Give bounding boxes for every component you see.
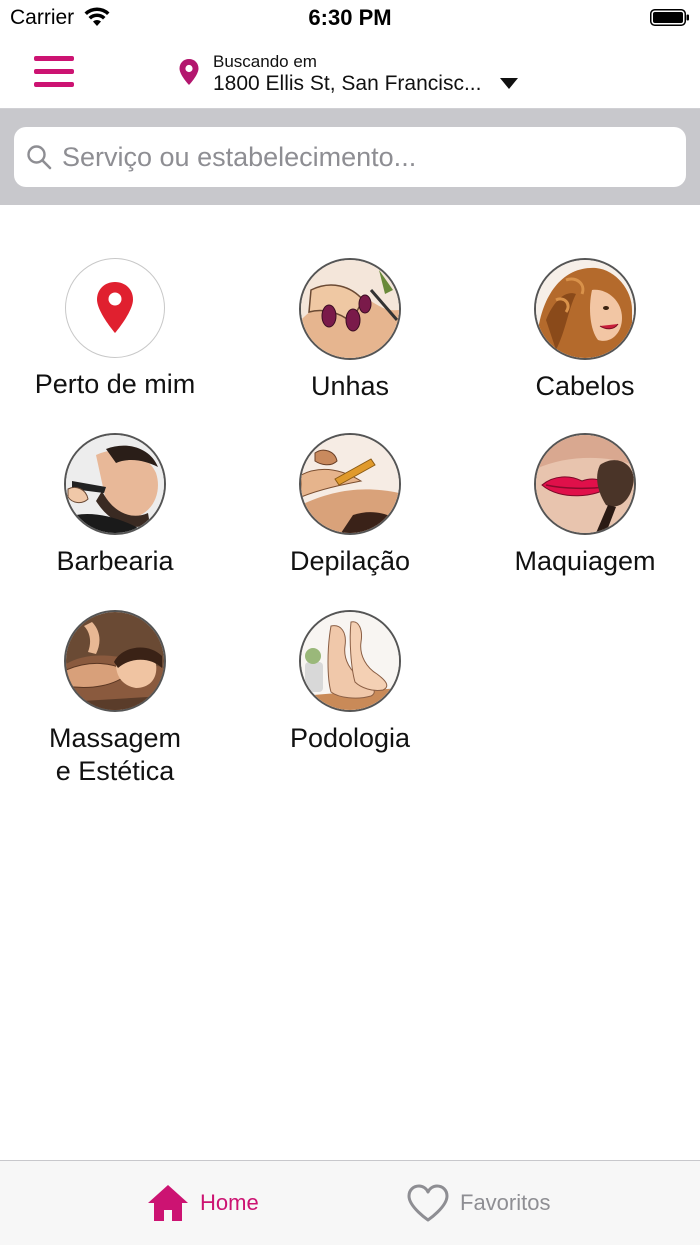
tab-favoritos-label: Favoritos — [460, 1190, 551, 1215]
hair-photo — [534, 258, 636, 360]
category-massagem-estetica[interactable]: Massagem e Estética — [0, 610, 232, 788]
caret-down-icon[interactable] — [500, 78, 518, 89]
search-bar-area — [0, 109, 700, 205]
waxing-photo — [299, 433, 401, 535]
tab-favoritos[interactable]: Favoritos — [406, 1161, 576, 1245]
category-label: Maquiagem — [514, 546, 656, 576]
category-maquiagem[interactable]: Maquiagem — [468, 433, 700, 578]
search-box[interactable] — [14, 127, 686, 187]
category-label: Depilação — [289, 546, 411, 576]
search-icon — [27, 145, 52, 170]
category-label: Perto de mim — [34, 369, 196, 399]
tab-home-label: Home — [200, 1190, 259, 1215]
category-depilacao[interactable]: Depilação — [233, 433, 467, 578]
location-pin-icon — [179, 59, 199, 85]
home-icon — [148, 1185, 188, 1221]
battery-icon — [650, 9, 689, 26]
category-label: Massagem e Estética — [48, 723, 182, 786]
category-unhas[interactable]: Unhas — [233, 258, 467, 403]
category-podologia[interactable]: Podologia — [233, 610, 467, 755]
location-address[interactable]: 1800 Ellis St, San Francisc... — [213, 72, 481, 96]
map-pin-icon — [65, 258, 165, 358]
location-caption: Buscando em — [213, 52, 317, 71]
category-label: Cabelos — [535, 371, 635, 401]
category-label: Barbearia — [56, 546, 174, 576]
search-input[interactable] — [62, 135, 662, 179]
hamburger-icon[interactable] — [34, 56, 76, 90]
heart-icon — [407, 1184, 449, 1222]
category-cabelos[interactable]: Cabelos — [468, 258, 700, 403]
tab-home[interactable]: Home — [146, 1161, 286, 1245]
status-bar: Carrier 6:30 PM — [0, 0, 700, 36]
nails-photo — [299, 258, 401, 360]
category-barbearia[interactable]: Barbearia — [0, 433, 232, 578]
category-label: Podologia — [289, 723, 411, 753]
category-perto-de-mim[interactable]: Perto de mim — [0, 258, 232, 401]
barber-photo — [64, 433, 166, 535]
clock: 6:30 PM — [308, 5, 392, 30]
category-label: Unhas — [310, 371, 390, 401]
feet-photo — [299, 610, 401, 712]
massage-photo — [64, 610, 166, 712]
makeup-photo — [534, 433, 636, 535]
app-header: Buscando em 1800 Ellis St, San Francisc.… — [0, 36, 700, 109]
tab-bar: Home Favoritos — [0, 1160, 700, 1245]
